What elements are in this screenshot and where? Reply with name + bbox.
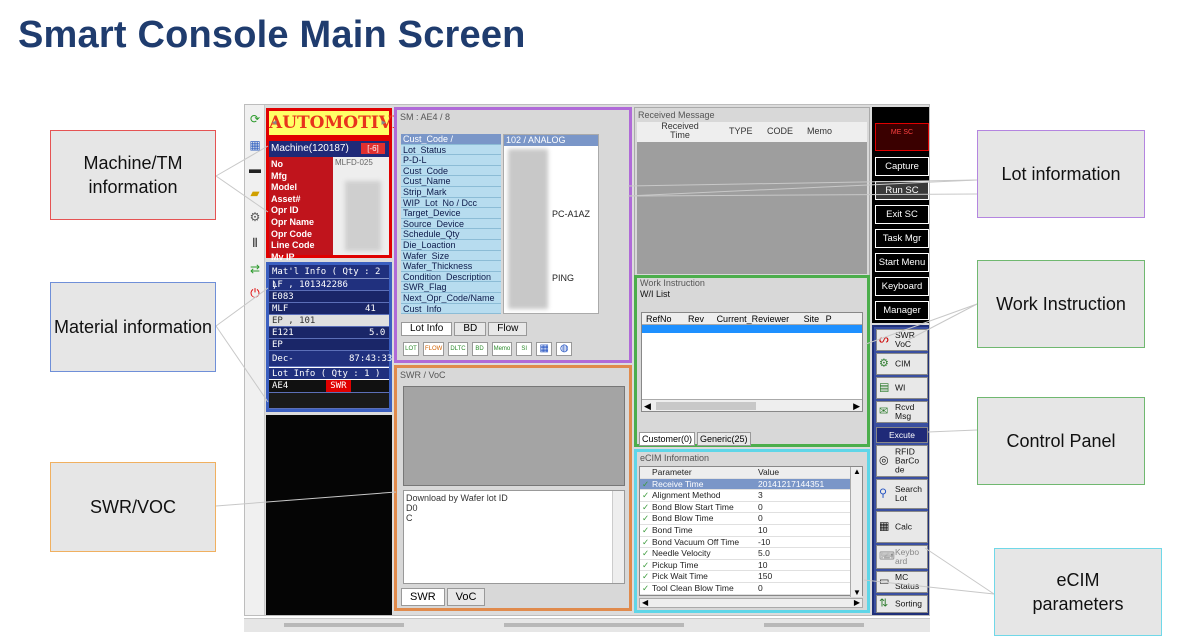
connector-material <box>215 325 269 403</box>
connector-ecim <box>924 547 995 595</box>
connector-machine <box>215 175 269 213</box>
connector-lot <box>627 193 978 197</box>
connector-machine <box>215 145 269 177</box>
connector-lot <box>627 179 978 197</box>
connector-lot <box>627 179 978 187</box>
callout-material: Material information <box>50 282 216 372</box>
callout-ecim: eCIM parameters <box>994 548 1162 636</box>
connector-control <box>927 429 978 433</box>
callout-swr-voc: SWR/VOC <box>50 462 216 552</box>
callout-control-panel: Control Panel <box>977 397 1145 485</box>
connector-ecim <box>863 579 995 595</box>
connector-swr <box>215 491 397 507</box>
callout-lot: Lot information <box>977 130 1145 218</box>
connector-material <box>215 287 269 327</box>
connector-wi <box>865 303 978 345</box>
callout-work-instruction: Work Instruction <box>977 260 1145 348</box>
callout-machine: Machine/TM information <box>50 130 216 220</box>
connector-wi <box>907 303 978 341</box>
